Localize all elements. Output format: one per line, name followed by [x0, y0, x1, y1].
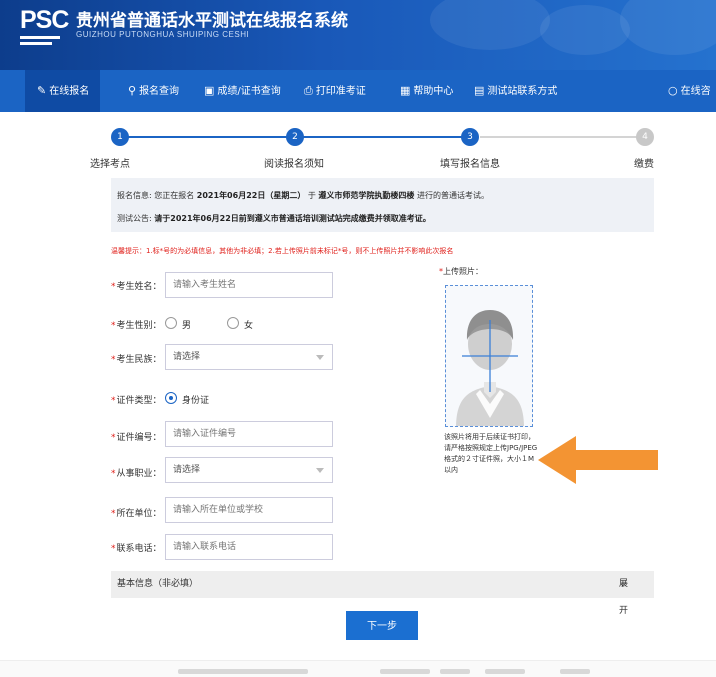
search-icon: ⚲: [128, 84, 137, 97]
header-banner: PSC 贵州省普通话水平测试在线报名系统 GUIZHOU PUTONGHUA S…: [0, 0, 716, 70]
ethnicity-label: *考生民族：: [111, 355, 162, 365]
nav-item-register-query[interactable]: ⚲ 报名查询: [128, 70, 179, 112]
unit-label: *所在单位：: [111, 509, 162, 519]
register-notice: 报名信息: 您正在报名 2021年06月22日（星期二） 于 遵义市师范学院执勤…: [111, 178, 654, 232]
step-line-todo: [480, 136, 638, 138]
site-subtitle: GUIZHOU PUTONGHUA SHUIPING CESHI: [76, 30, 250, 39]
step-circle-1: 1: [111, 128, 129, 146]
photo-hint: 该照片将用于后续证书打印，请严格按照规定上传JPG/JPEG格式的２寸证件照，大…: [444, 433, 538, 474]
contact-icon: ▤: [474, 84, 485, 97]
step-circle-4: 4: [636, 128, 654, 146]
idtype-idcard-label: 身份证: [182, 396, 210, 406]
main-nav: ✎ 在线报名 ⚲ 报名查询 ▣ 成绩/证书查询 ⎙ 打印准考证 ▦ 帮助中心 ▤ 测试站联系…: [0, 70, 716, 112]
warning-tip: 温馨提示：1.标*号的为必填信息，其他为非必填；2.若上传照片前未标记*号，则不…: [111, 247, 454, 255]
ethnicity-select[interactable]: 请选择: [165, 344, 333, 370]
job-label: *从事职业：: [111, 469, 162, 479]
nav-item-online-register[interactable]: ✎ 在线报名: [25, 70, 100, 112]
gender-male-radio[interactable]: [165, 317, 177, 329]
site-title: 贵州省普通话水平测试在线报名系统: [76, 11, 348, 31]
notice-line-2: 测试公告: 请于2021年06月22日前到遵义市普通话培训测试站完成缴费并领取准…: [117, 214, 431, 223]
step-circle-3: 3: [461, 128, 479, 146]
notice-line-1: 报名信息: 您正在报名 2021年06月22日（星期二） 于 遵义市师范学院执勤…: [117, 191, 489, 200]
nav-item-contact[interactable]: ▤ 测试站联系方式: [474, 70, 557, 112]
nav-item-score-query[interactable]: ▣ 成绩/证书查询: [204, 70, 281, 112]
step-label-2: 阅读报名须知: [264, 159, 324, 170]
phone-label: *联系电话：: [111, 544, 162, 554]
next-step-button[interactable]: 下一步: [346, 611, 418, 640]
idnum-input[interactable]: [165, 421, 333, 447]
job-select[interactable]: 请选择: [165, 457, 333, 483]
help-icon: ▦: [400, 84, 411, 97]
certificate-search-icon: ▣: [204, 84, 215, 97]
gender-male-label: 男: [182, 321, 192, 331]
avatar-placeholder-icon: [456, 310, 524, 426]
step-label-4: 缴费: [634, 159, 654, 170]
gender-female-radio[interactable]: [227, 317, 239, 329]
photo-label: *上传照片：: [439, 267, 483, 276]
idtype-label: *证件类型：: [111, 396, 162, 406]
gender-female-label: 女: [244, 321, 254, 331]
step-label-1: 选择考点: [90, 159, 130, 170]
name-input[interactable]: [165, 272, 333, 298]
nav-item-online-consult[interactable]: ○ 在线咨: [668, 70, 711, 112]
printer-icon: ⎙: [304, 84, 313, 97]
edit-icon: ✎: [37, 84, 47, 97]
gender-label: *考生性别：: [111, 321, 162, 331]
unit-input[interactable]: [165, 497, 333, 523]
chat-icon: ○: [668, 84, 678, 97]
chevron-down-icon: ⌄: [619, 579, 627, 589]
phone-input[interactable]: [165, 534, 333, 560]
step-label-3: 填写报名信息: [440, 159, 500, 170]
nav-item-print-ticket[interactable]: ⎙ 打印准考证: [304, 70, 366, 112]
basic-info-label: 基本信息（非必填）: [117, 579, 199, 589]
basic-info-bar[interactable]: 基本信息（非必填） 展开 ⌄: [111, 571, 654, 616]
psc-logo: PSC: [20, 6, 69, 34]
photo-upload-box[interactable]: [445, 285, 533, 427]
nav-item-help[interactable]: ▦ 帮助中心: [400, 70, 453, 112]
name-label: *考生姓名：: [111, 282, 162, 292]
footer: [0, 660, 716, 677]
idnum-label: *证件编号：: [111, 433, 162, 443]
orange-arrow-icon: [538, 436, 658, 484]
logo-bars: [20, 36, 60, 48]
idtype-idcard-radio[interactable]: [165, 392, 177, 404]
step-circle-2: 2: [286, 128, 304, 146]
